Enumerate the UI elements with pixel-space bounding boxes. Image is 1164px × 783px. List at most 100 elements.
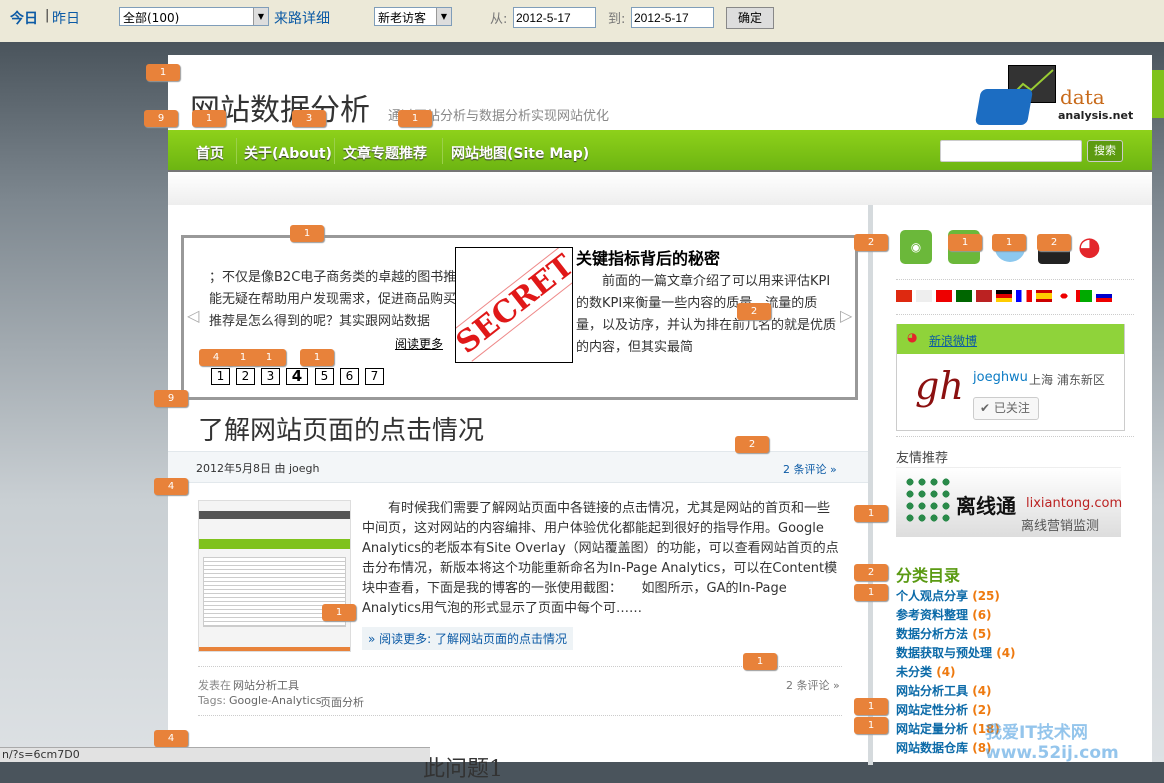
click-badge[interactable]: 9: [154, 390, 188, 407]
post-readmore-link[interactable]: » 阅读更多: 了解网站页面的点击情况: [362, 627, 574, 650]
click-badge[interactable]: 1: [854, 717, 888, 734]
column-divider: [868, 205, 873, 765]
click-badge[interactable]: 2: [737, 303, 771, 320]
click-badge[interactable]: 3: [292, 110, 326, 127]
nav-home[interactable]: 首页: [196, 143, 224, 163]
flag-es-icon[interactable]: [1036, 290, 1052, 302]
click-badge[interactable]: 9: [144, 110, 178, 127]
slider-page-3[interactable]: 3: [261, 368, 280, 385]
click-badge[interactable]: 1: [854, 505, 888, 522]
click-badge[interactable]: 1: [192, 110, 226, 127]
slider-page-1[interactable]: 1: [211, 368, 230, 385]
search-button[interactable]: 搜索: [1087, 140, 1123, 162]
click-badge[interactable]: 1: [743, 653, 777, 670]
to-date-input[interactable]: [631, 7, 714, 28]
from-date-input[interactable]: [513, 7, 596, 28]
click-badge[interactable]: 4: [154, 730, 188, 747]
slider-page-2[interactable]: 2: [236, 368, 255, 385]
flag-cn-icon[interactable]: [896, 290, 912, 302]
rss-icon[interactable]: ◉: [900, 230, 932, 264]
click-badge[interactable]: 1: [854, 698, 888, 715]
click-badge[interactable]: 1: [146, 64, 180, 81]
post-category-link[interactable]: 网站分析工具: [233, 677, 299, 693]
slider-prev-icon[interactable]: ◁: [187, 306, 199, 325]
category-item[interactable]: 个人观点分享 (25): [896, 587, 1000, 604]
flag-de-icon[interactable]: [996, 290, 1012, 302]
slider-page-5[interactable]: 5: [315, 368, 334, 385]
category-item[interactable]: 网站数据仓库 (8): [896, 739, 992, 756]
category-item[interactable]: 数据获取与预处理 (4): [896, 644, 1016, 661]
category-item[interactable]: 参考资料整理 (6): [896, 606, 992, 623]
click-badge[interactable]: 1: [300, 349, 334, 366]
category-item[interactable]: 网站分析工具 (4): [896, 682, 992, 699]
weibo-username[interactable]: joeghwu: [973, 370, 1028, 385]
flag-kr-icon[interactable]: [916, 290, 932, 302]
follow-button[interactable]: ✔ 已关注: [973, 397, 1039, 420]
yesterday-link[interactable]: 昨日: [52, 8, 80, 28]
slider-page-4-current[interactable]: 4: [286, 368, 308, 385]
today-link[interactable]: 今日: [10, 8, 38, 28]
tag-link[interactable]: Google-Analytics: [229, 694, 321, 707]
next-post-title[interactable]: 此问题1: [423, 751, 503, 783]
footer-comments-link[interactable]: 2 条评论 »: [786, 677, 840, 693]
subheader-strip: [168, 172, 1152, 205]
check-icon: ✔: [980, 401, 991, 415]
nav-sitemap[interactable]: 网站地图(Site Map): [451, 143, 589, 163]
to-label: 到:: [608, 12, 626, 27]
slider-page-6[interactable]: 6: [340, 368, 359, 385]
flag-pt-icon[interactable]: [956, 290, 972, 302]
visitor-select[interactable]: 新老访客 ▼: [374, 7, 452, 26]
click-badge[interactable]: 2: [854, 234, 888, 251]
source-select-value: 全部(100): [123, 11, 180, 25]
flag-jp-icon[interactable]: [1056, 290, 1072, 302]
click-badge[interactable]: 2: [735, 436, 769, 453]
weibo-link[interactable]: 新浪微博: [929, 332, 977, 349]
click-badge[interactable]: 1: [948, 234, 982, 251]
post-title[interactable]: 了解网站页面的点击情况: [198, 410, 484, 447]
flag-ru-icon[interactable]: [1096, 290, 1112, 302]
site-logo[interactable]: data analysis.net: [974, 63, 1138, 127]
nav-edge-decoration: [1152, 70, 1164, 118]
slide-title[interactable]: 关键指标背后的秘密: [576, 248, 720, 270]
weibo-icon[interactable]: ◕: [1078, 232, 1116, 264]
tag-link[interactable]: 页面分析: [320, 694, 364, 710]
slide-readmore-link[interactable]: 阅读更多: [395, 333, 443, 355]
post-comments-link[interactable]: 2 条评论 »: [783, 461, 837, 477]
confirm-button[interactable]: 确定: [726, 7, 774, 29]
category-item[interactable]: 网站定性分析 (2): [896, 701, 992, 718]
flag-ae-icon[interactable]: [1076, 290, 1092, 302]
status-bar: n/?s=6cm7D0: [0, 747, 430, 762]
slider-page-7[interactable]: 7: [365, 368, 384, 385]
post-excerpt: 有时候我们需要了解网站页面中各链接的点击情况，尤其是网站的首页和一些中间页，这对…: [362, 501, 839, 616]
click-badge[interactable]: 1: [290, 225, 324, 242]
click-badge[interactable]: 1: [322, 604, 356, 621]
flag-fr-icon[interactable]: [1016, 290, 1032, 302]
flag-tw-icon[interactable]: [936, 290, 952, 302]
slide-prev-line: 能无疑在帮助用户发现需求，促进商品购买: [209, 292, 457, 307]
logo-text-top: data: [1060, 85, 1105, 109]
slider-next-icon[interactable]: ▷: [840, 306, 852, 325]
click-badge[interactable]: 1: [854, 584, 888, 601]
click-badge[interactable]: 2: [1037, 234, 1071, 251]
click-badge[interactable]: 1: [992, 234, 1026, 251]
source-select[interactable]: 全部(100) ▼: [119, 7, 269, 26]
ad-domain: lixiantong.com: [1026, 496, 1123, 511]
nav-separator: [236, 138, 237, 164]
nav-topics[interactable]: 文章专题推荐: [343, 143, 427, 163]
source-detail-link[interactable]: 来路详细: [274, 8, 330, 28]
watermark: 我爱IT技术网 www.52ij.com: [985, 723, 1119, 763]
user-avatar[interactable]: gh: [915, 364, 964, 408]
click-badge[interactable]: 2: [854, 564, 888, 581]
nav-about[interactable]: 关于(About): [244, 143, 332, 163]
category-item[interactable]: 数据分析方法 (5): [896, 625, 992, 642]
post-thumbnail[interactable]: [198, 500, 351, 652]
category-item[interactable]: 未分类 (4): [896, 663, 956, 680]
search-input[interactable]: [940, 140, 1082, 162]
click-badge[interactable]: 4: [154, 478, 188, 495]
click-badge[interactable]: 1: [398, 110, 432, 127]
post-meta: 2012年5月8日 由 joegh 2 条评论 »: [168, 451, 868, 483]
click-badge[interactable]: 1: [252, 349, 286, 366]
flag-us-icon[interactable]: [976, 290, 992, 302]
secret-image[interactable]: SECRET: [455, 247, 573, 363]
lixiantong-ad[interactable]: 离线通 lixiantong.com 离线营销监测: [896, 467, 1123, 537]
